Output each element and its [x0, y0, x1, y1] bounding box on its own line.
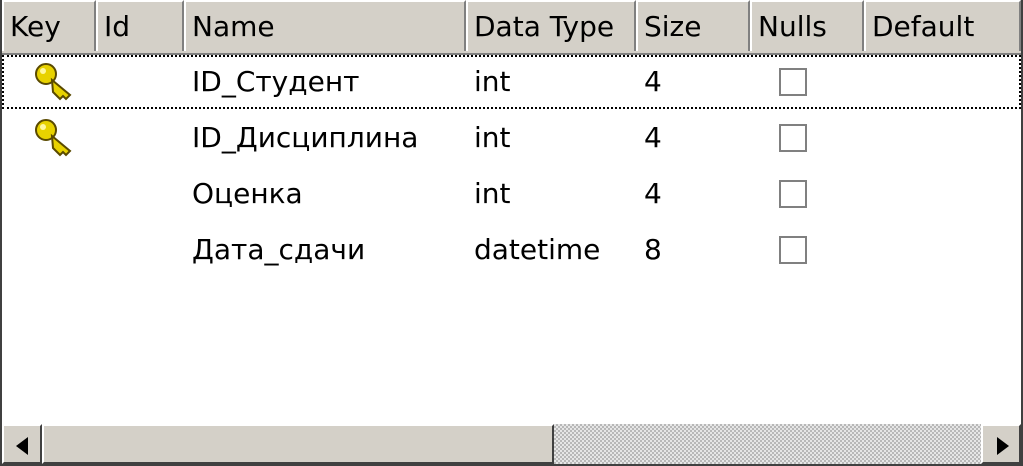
- column-header-key[interactable]: Key: [2, 0, 96, 51]
- size-cell[interactable]: 4: [636, 167, 750, 221]
- table-row[interactable]: Оценка int 4: [2, 167, 1021, 221]
- nulls-checkbox[interactable]: [779, 68, 807, 96]
- column-header-row: Key Id Name Data Type Size Nulls Default: [2, 0, 1021, 55]
- nulls-checkbox[interactable]: [779, 124, 807, 152]
- column-header-size[interactable]: Size: [636, 0, 750, 51]
- table-row[interactable]: ID_Дисциплина int 4: [2, 111, 1021, 165]
- column-name-cell[interactable]: Дата_сдачи: [184, 223, 466, 277]
- column-rows: ID_Студент int 4 ID_Дисциплина int 4 Оценка int…: [2, 55, 1021, 425]
- table-columns-grid: Key Id Name Data Type Size Nulls Default…: [0, 0, 1023, 466]
- primary-key-icon: [32, 117, 76, 157]
- arrow-left-icon: [16, 437, 28, 455]
- default-cell[interactable]: [864, 223, 1021, 277]
- column-header-id[interactable]: Id: [96, 0, 184, 51]
- table-row[interactable]: ID_Студент int 4: [2, 55, 1021, 109]
- data-type-cell[interactable]: int: [466, 111, 636, 165]
- default-cell[interactable]: [864, 55, 1021, 109]
- column-name-cell[interactable]: Оценка: [184, 167, 466, 221]
- column-name-cell[interactable]: ID_Студент: [184, 55, 466, 109]
- column-name-cell[interactable]: ID_Дисциплина: [184, 111, 466, 165]
- column-header-data-type[interactable]: Data Type: [466, 0, 636, 51]
- data-type-cell[interactable]: int: [466, 55, 636, 109]
- size-cell[interactable]: 4: [636, 111, 750, 165]
- size-cell[interactable]: 8: [636, 223, 750, 277]
- table-row[interactable]: Дата_сдачи datetime 8: [2, 223, 1021, 277]
- scroll-right-button[interactable]: [981, 424, 1021, 464]
- horizontal-scrollbar[interactable]: [2, 424, 1021, 464]
- nulls-checkbox[interactable]: [779, 180, 807, 208]
- scroll-left-button[interactable]: [2, 424, 42, 464]
- size-cell[interactable]: 4: [636, 55, 750, 109]
- data-type-cell[interactable]: int: [466, 167, 636, 221]
- column-header-default[interactable]: Default: [864, 0, 1021, 51]
- default-cell[interactable]: [864, 111, 1021, 165]
- column-header-name[interactable]: Name: [184, 0, 466, 51]
- primary-key-icon: [32, 61, 76, 101]
- scrollbar-thumb[interactable]: [42, 424, 554, 464]
- arrow-right-icon: [997, 437, 1009, 455]
- data-type-cell[interactable]: datetime: [466, 223, 636, 277]
- default-cell[interactable]: [864, 167, 1021, 221]
- column-header-nulls[interactable]: Nulls: [750, 0, 864, 51]
- nulls-checkbox[interactable]: [779, 236, 807, 264]
